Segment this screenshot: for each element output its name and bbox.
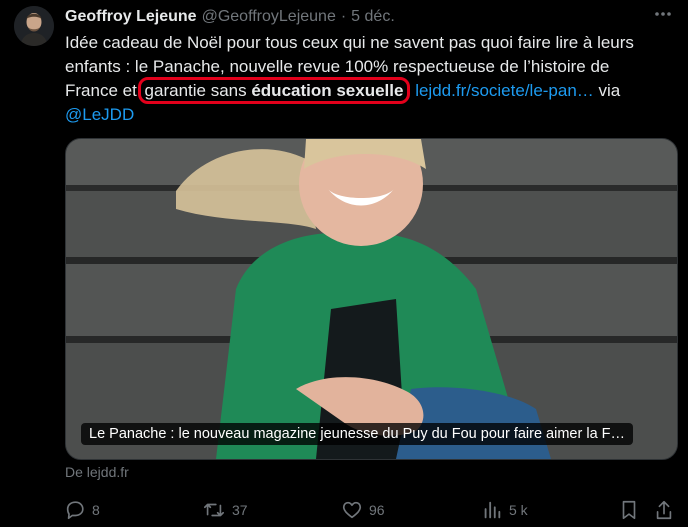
card-caption[interactable]: Le Panache : le nouveau magazine jeuness… [81,423,634,445]
repost-button[interactable]: 37 [202,497,248,523]
tweet-text-line-3: France et garantie sans éducation sexuel… [65,77,677,104]
like-button[interactable]: 96 [341,497,385,523]
card-source[interactable]: De lejdd.fr [65,464,129,480]
views-button[interactable]: 5 k [481,497,528,523]
header-separator: · [340,8,347,25]
tweet-text-line-2: enfants : le Panache, nouvelle revue 100… [65,57,610,76]
avatar[interactable] [14,6,54,46]
link-card-image[interactable]: Le Panache : le nouveau magazine jeuness… [65,138,678,460]
tweet-header: Geoffroy Lejeune @GeoffroyLejeune · 5 dé… [65,6,668,28]
share-icon [654,499,674,521]
repost-count: 37 [232,502,248,518]
card-photo [66,139,677,459]
reply-button[interactable]: 8 [64,497,100,523]
highlight-bold-text: éducation sexuelle [251,81,404,100]
highlighted-phrase: garantie sans éducation sexuelle [137,77,411,104]
repost-icon [202,499,226,521]
tweet-text-line-1: Idée cadeau de Noël pour tous ceux qui n… [65,33,634,52]
highlight-plain-text: garantie sans [144,81,252,100]
bookmark-icon [619,499,639,521]
mention-link[interactable]: @LeJDD [65,103,677,127]
share-button[interactable] [654,497,674,523]
bookmark-button[interactable] [619,497,639,523]
text-prefix: France et [65,81,142,100]
views-count: 5 k [509,502,528,518]
display-name[interactable]: Geoffroy Lejeune [65,8,197,26]
like-count: 96 [369,502,385,518]
tweet-text: Idée cadeau de Noël pour tous ceux qui n… [65,31,677,127]
heart-icon [341,499,363,521]
views-icon [481,499,503,521]
reply-icon [64,499,86,521]
article-link[interactable]: lejdd.fr/societe/le-pan… [415,81,594,100]
tweet-actions: 8 37 96 5 k [64,497,676,523]
user-handle[interactable]: @GeoffroyLejeune [202,8,336,26]
more-dots-icon[interactable] [648,3,678,25]
tweet-date[interactable]: 5 déc. [351,8,395,26]
via-text: via [593,81,621,100]
reply-count: 8 [92,502,100,518]
